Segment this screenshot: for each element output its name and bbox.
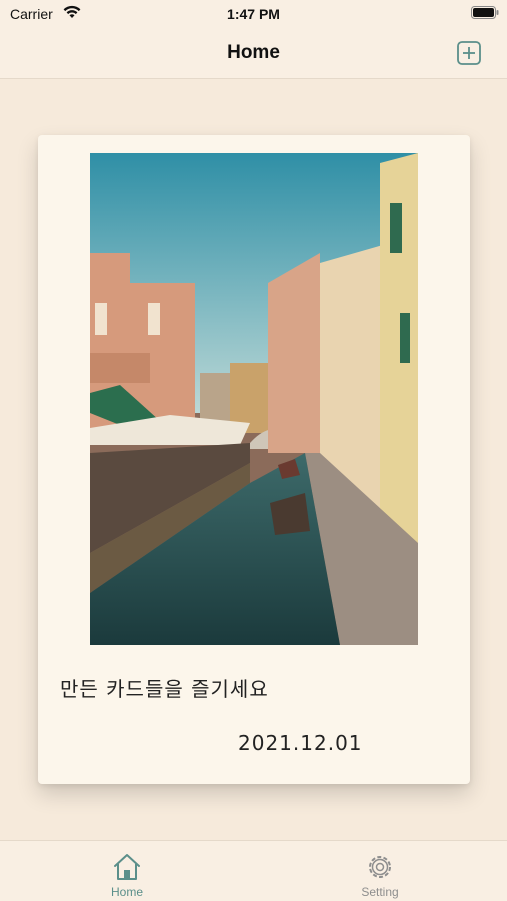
- tab-home-label: Home: [110, 885, 143, 899]
- photo-card[interactable]: 만든 카드들을 즐기세요 2021.12.01: [38, 135, 470, 784]
- card-message: 만든 카드들을 즐기세요: [60, 677, 269, 701]
- card-photo: [90, 153, 418, 645]
- tab-setting-label: Setting: [361, 885, 399, 899]
- venice-canal-image: [90, 153, 418, 645]
- tab-setting[interactable]: Setting: [320, 841, 440, 901]
- navigation-bar: Home: [0, 28, 507, 79]
- page-title: Home: [227, 42, 280, 63]
- card-date: 2021.12.01: [238, 731, 363, 755]
- battery-icon: [471, 6, 499, 19]
- clock-time: 1:47 PM: [227, 6, 280, 22]
- house-icon: [114, 854, 140, 880]
- add-card-button[interactable]: [457, 41, 481, 65]
- tab-home[interactable]: Home: [67, 841, 187, 901]
- tab-bar: Home Setting: [0, 840, 507, 901]
- status-bar: Carrier 1:47 PM: [0, 0, 507, 28]
- gear-icon: [369, 856, 391, 878]
